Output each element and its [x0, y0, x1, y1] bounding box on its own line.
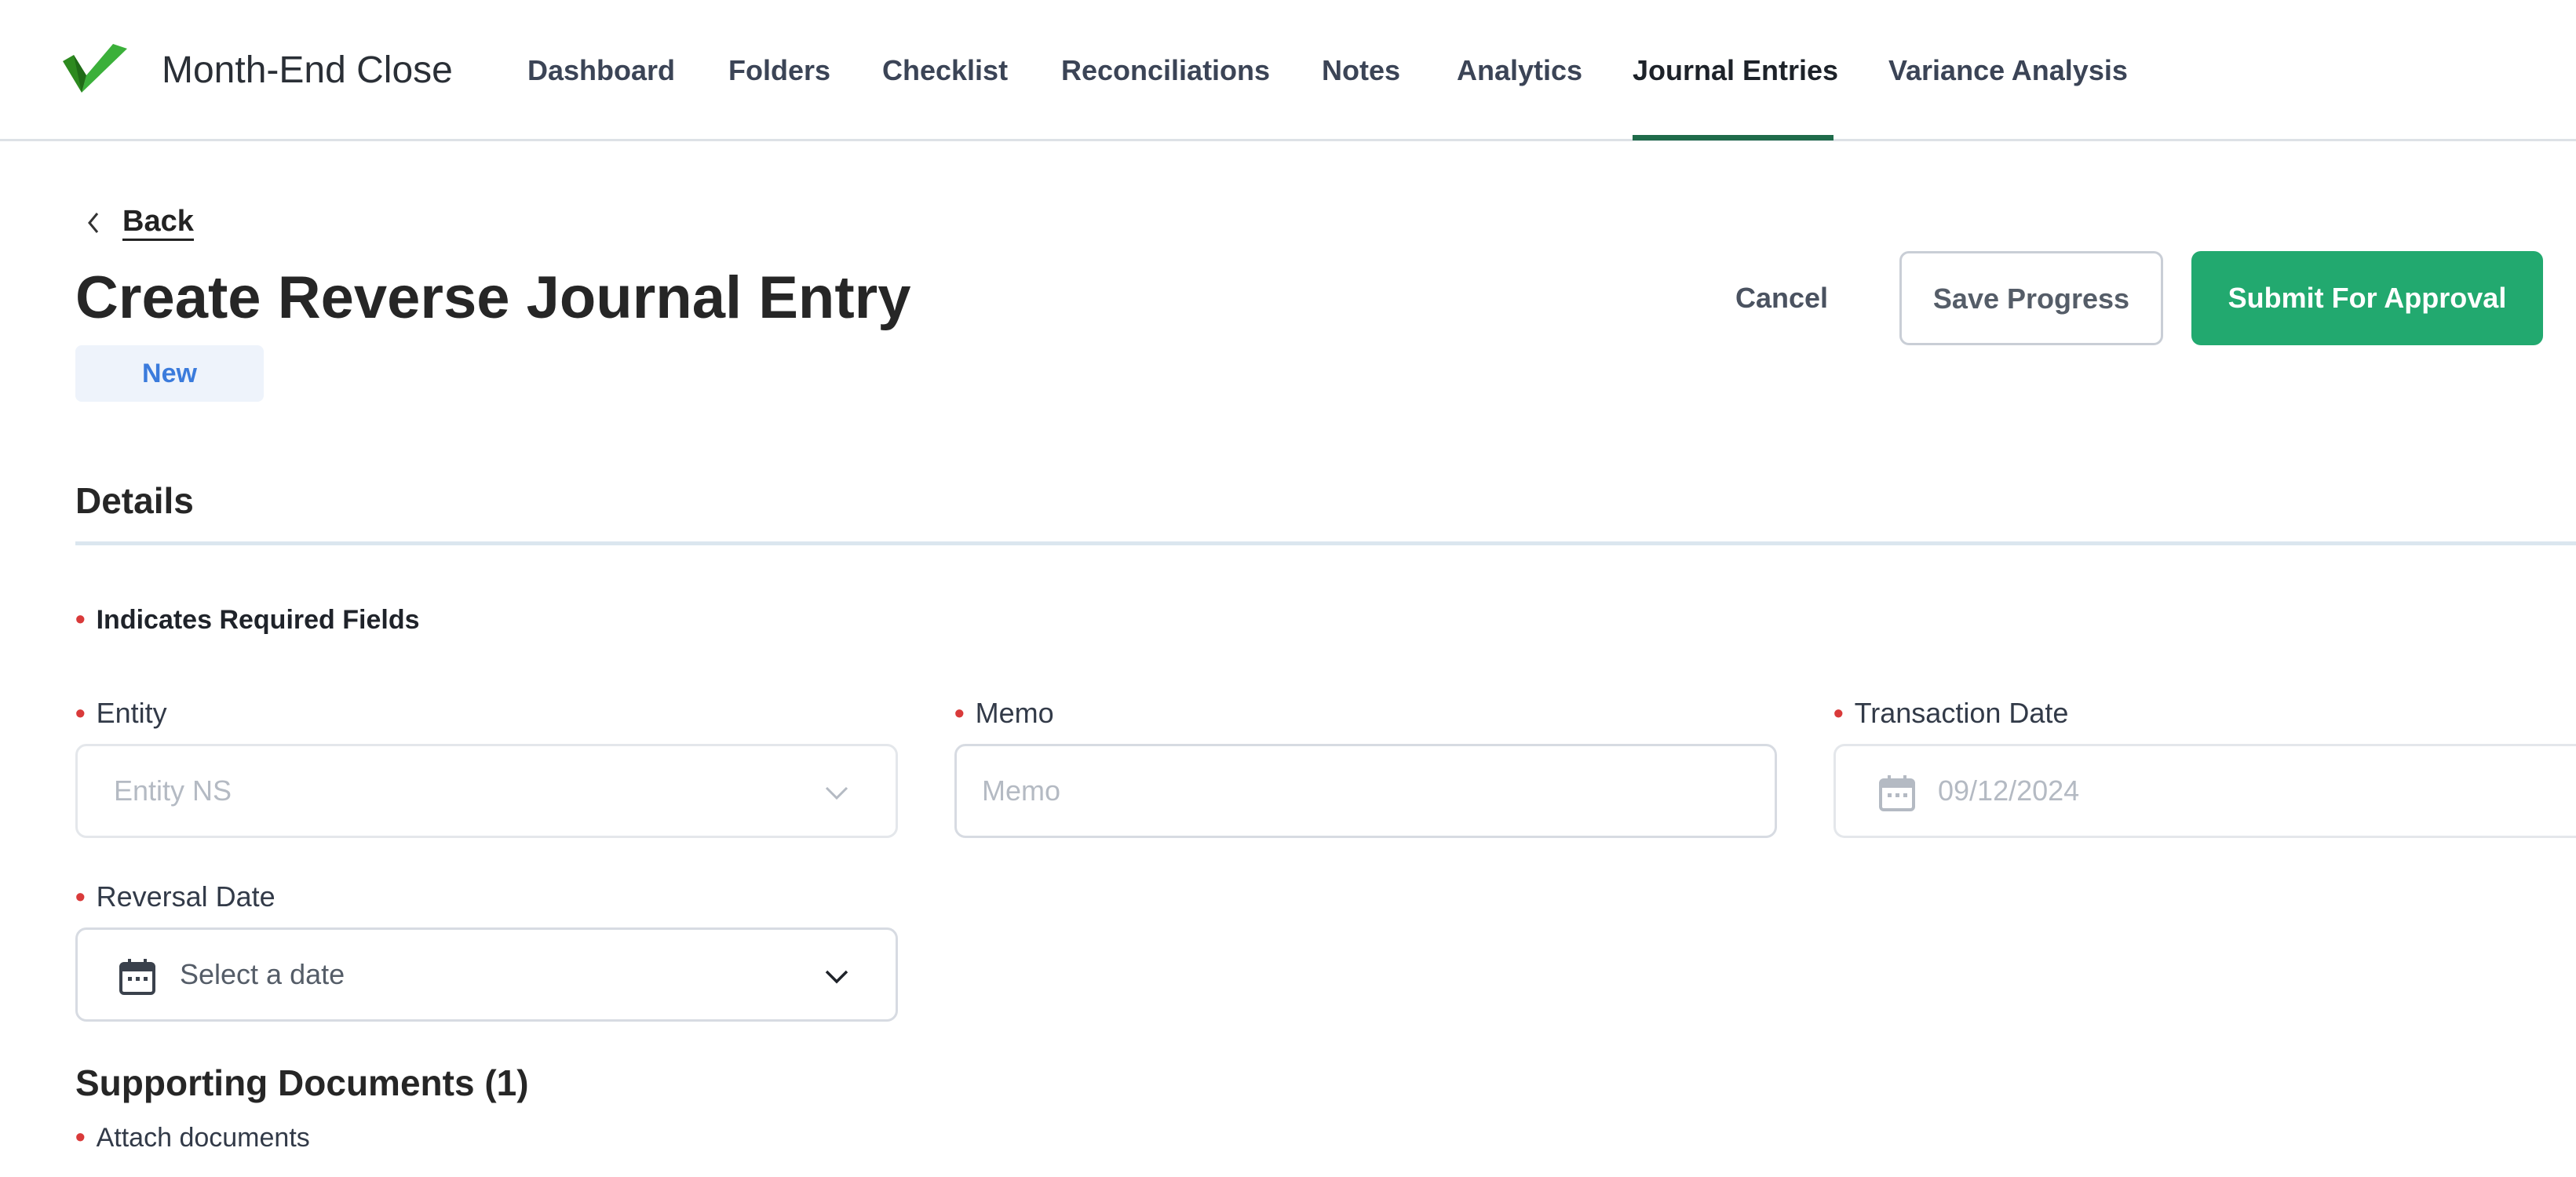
nav-journal-entries[interactable]: Journal Entries [1633, 49, 1838, 93]
entity-label-text: Entity [96, 697, 167, 729]
reversal-date-label-text: Reversal Date [96, 880, 275, 913]
submit-for-approval-button[interactable]: Submit For Approval [2191, 251, 2543, 345]
transaction-date-label: • Transaction Date [1833, 694, 2068, 733]
chevron-left-icon [88, 213, 99, 233]
entity-select[interactable]: Entity NS [75, 744, 898, 838]
nav-checklist[interactable]: Checklist [882, 49, 1008, 93]
required-marker: • [954, 697, 965, 729]
required-marker: • [75, 880, 86, 913]
back-label: Back [122, 204, 194, 241]
memo-placeholder: Memo [982, 774, 1061, 807]
supporting-documents-title: Supporting Documents (1) [75, 1062, 529, 1103]
save-progress-button[interactable]: Save Progress [1899, 251, 2163, 345]
active-tab-indicator [1633, 135, 1833, 140]
nav-notes[interactable]: Notes [1322, 49, 1400, 93]
chevron-down-icon [825, 786, 848, 800]
nav-folders[interactable]: Folders [728, 49, 830, 93]
chevron-down-icon [825, 970, 848, 984]
nav-reconciliations[interactable]: Reconciliations [1061, 49, 1270, 93]
nav-analytics[interactable]: Analytics [1457, 49, 1582, 93]
required-marker: • [1833, 697, 1844, 729]
nav-variance-analysis[interactable]: Variance Analysis [1888, 49, 2128, 93]
memo-input[interactable]: Memo [954, 744, 1777, 838]
status-badge: New [75, 345, 264, 402]
entity-label: • Entity [75, 694, 167, 733]
details-section-title: Details [75, 480, 194, 521]
transaction-date-value: 09/12/2024 [1938, 774, 2080, 807]
attach-documents-label: • Attach documents [75, 1117, 310, 1157]
reversal-date-label: • Reversal Date [75, 877, 275, 916]
required-marker: • [75, 697, 86, 729]
required-marker: • [75, 1121, 86, 1153]
reversal-date-placeholder: Select a date [180, 958, 345, 990]
checkmark-logo[interactable] [63, 44, 127, 94]
entity-value: Entity NS [114, 774, 232, 807]
transaction-date-field[interactable]: 09/12/2024 [1833, 744, 2576, 838]
calendar-icon [119, 959, 155, 995]
cancel-button[interactable]: Cancel [1695, 251, 1868, 345]
reversal-date-picker[interactable]: Select a date [75, 927, 898, 1022]
nav-dashboard[interactable]: Dashboard [527, 49, 675, 93]
calendar-icon [1879, 775, 1915, 811]
required-fields-note: • Indicates Required Fields [75, 599, 420, 640]
app-title[interactable]: Month-End Close [162, 47, 453, 94]
attach-documents-text: Attach documents [96, 1123, 310, 1153]
memo-label: • Memo [954, 694, 1054, 733]
page-title: Create Reverse Journal Entry [75, 264, 911, 331]
required-note-text: Indicates Required Fields [96, 605, 420, 635]
top-navigation-bar: Month-End Close Dashboard Folders Checkl… [0, 0, 2576, 141]
transaction-date-label-text: Transaction Date [1854, 697, 2069, 729]
required-marker: • [75, 603, 86, 635]
section-divider [75, 541, 2576, 545]
memo-label-text: Memo [975, 697, 1054, 729]
